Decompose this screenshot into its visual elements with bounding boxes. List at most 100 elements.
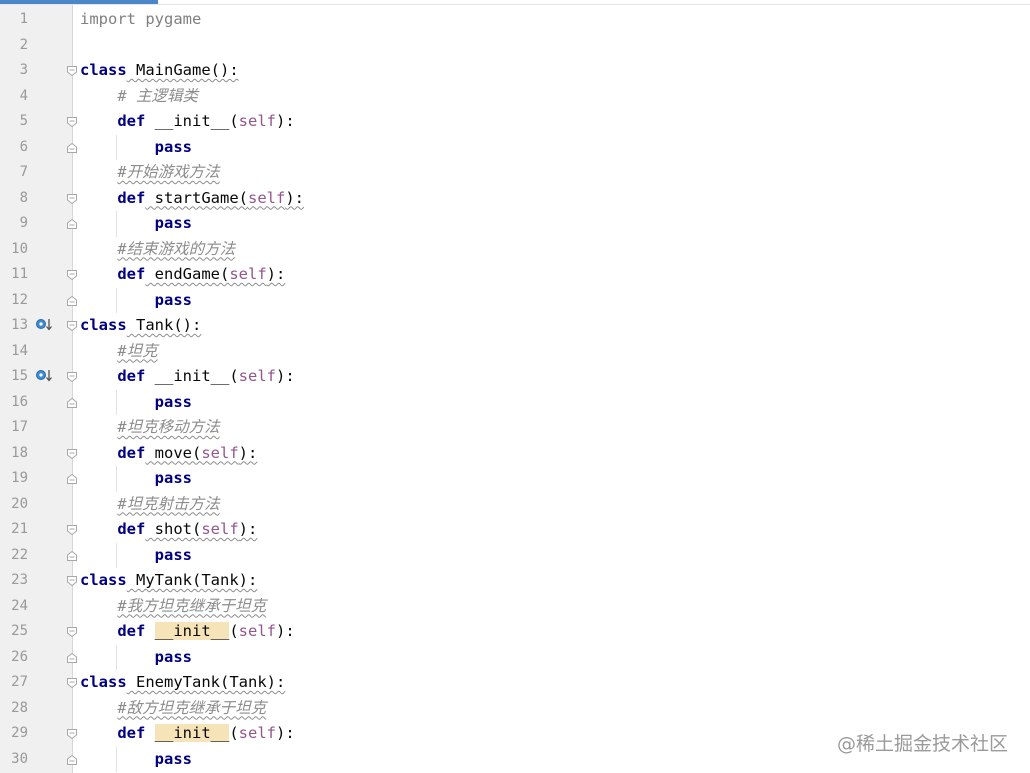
code-line[interactable]: pass [80,645,192,671]
fold-end-icon[interactable] [66,218,78,230]
code-token: MainGame(): [126,61,239,79]
fold-end-icon[interactable] [66,550,78,562]
fold-marker-icon[interactable] [66,728,78,740]
code-editor[interactable]: import pygame class MainGame(): # 主逻辑类 de… [0,0,1030,773]
code-token: import [80,10,136,28]
code-line[interactable]: #结束游戏的方法 [80,237,235,263]
code-token: self [238,622,276,640]
fold-marker-icon[interactable] [66,320,78,332]
code-line[interactable]: class Tank(): [80,313,201,339]
code-line[interactable]: #坦克 [80,339,158,365]
code-token: #开始游戏方法 [117,163,220,181]
code-line[interactable]: #坦克射击方法 [80,492,219,518]
code-line[interactable]: pass [80,211,192,237]
line-number: 23 [11,572,28,588]
fold-end-icon[interactable] [66,754,78,766]
fold-marker-icon[interactable] [66,677,78,689]
code-line[interactable]: pass [80,135,192,161]
fold-end-icon[interactable] [66,473,78,485]
code-token: ): [238,520,258,538]
code-line[interactable]: def startGame(self): [80,186,304,212]
code-token: def [117,622,146,640]
indent-guide [116,389,117,415]
code-token: def [117,443,146,462]
line-number: 5 [19,113,28,129]
code-token: class [80,316,127,334]
code-line[interactable]: def shot(self): [80,517,257,543]
overridden-method-icon[interactable] [35,369,53,383]
code-line[interactable]: #我方坦克继承于坦克 [80,594,266,620]
code-line[interactable]: pass [80,390,192,416]
code-token: ): [276,622,295,640]
code-line[interactable]: def endGame(self): [80,262,285,288]
line-number: 10 [11,240,28,257]
code-token: pass [154,749,192,768]
indent-guide [116,542,117,568]
code-token: ): [276,724,295,742]
fold-end-icon[interactable] [66,142,78,154]
fold-marker-icon[interactable] [66,269,78,281]
line-number: 2 [19,36,28,53]
code-line[interactable]: class MyTank(Tank): [80,568,257,594]
line-number: 3 [19,62,28,78]
line-number: 29 [11,725,28,741]
indent-guide [116,134,117,160]
code-token: shot( [145,520,202,538]
code-line[interactable]: pass [80,747,192,773]
line-number: 8 [19,189,28,206]
line-number: 27 [11,674,28,690]
line-number: 4 [19,87,28,104]
code-token: Tank(): [126,316,202,334]
code-line[interactable]: def move(self): [80,441,257,467]
fold-end-icon[interactable] [66,295,78,307]
code-token: # 主逻辑类 [117,86,198,105]
fold-marker-icon[interactable] [66,65,78,77]
code-line[interactable]: # 主逻辑类 [80,84,198,110]
code-token: ): [266,265,286,283]
code-token: pass [154,469,192,487]
code-token: self [238,724,276,742]
fold-marker-icon[interactable] [66,524,78,536]
code-line[interactable]: class MainGame(): [80,58,239,84]
code-token: #坦克 [117,341,158,360]
code-line[interactable]: pass [80,543,192,569]
code-line[interactable]: class EnemyTank(Tank): [80,670,285,696]
line-number: 7 [19,164,28,180]
code-line[interactable]: def __init__(self): [80,721,295,747]
indent-guide [116,466,117,492]
code-line[interactable]: def __init__(self): [80,109,295,135]
code-line[interactable]: def __init__(self): [80,619,295,645]
code-line[interactable]: import pygame [80,7,201,33]
code-line[interactable]: pass [80,466,192,492]
fold-end-icon[interactable] [66,652,78,664]
code-line[interactable]: def __init__(self): [80,364,294,390]
fold-marker-icon[interactable] [66,116,78,128]
code-token: MyTank(Tank): [126,571,258,589]
code-line[interactable]: pass [80,288,192,314]
code-token: #结束游戏的方法 [117,239,236,258]
fold-marker-icon[interactable] [66,575,78,587]
code-token: ): [238,443,258,462]
watermark-text: @稀土掘金技术社区 [836,733,1008,755]
code-line[interactable]: #开始游戏方法 [80,160,220,186]
fold-marker-icon[interactable] [66,371,78,383]
code-token: endGame( [145,265,230,283]
code-token: __init__ [154,724,230,742]
code-line[interactable]: #坦克移动方法 [80,415,219,441]
code-line[interactable]: #敌方坦克继承于坦克 [80,696,266,722]
indent-guide [116,211,117,237]
code-token: #我方坦克继承于坦克 [117,596,267,615]
fold-end-icon[interactable] [66,397,78,409]
code-token: ): [275,112,295,130]
fold-marker-icon[interactable] [66,193,78,205]
overridden-method-icon[interactable] [35,318,53,332]
fold-marker-icon[interactable] [66,626,78,638]
code-token: ): [285,188,304,207]
fold-marker-icon[interactable] [66,448,78,460]
